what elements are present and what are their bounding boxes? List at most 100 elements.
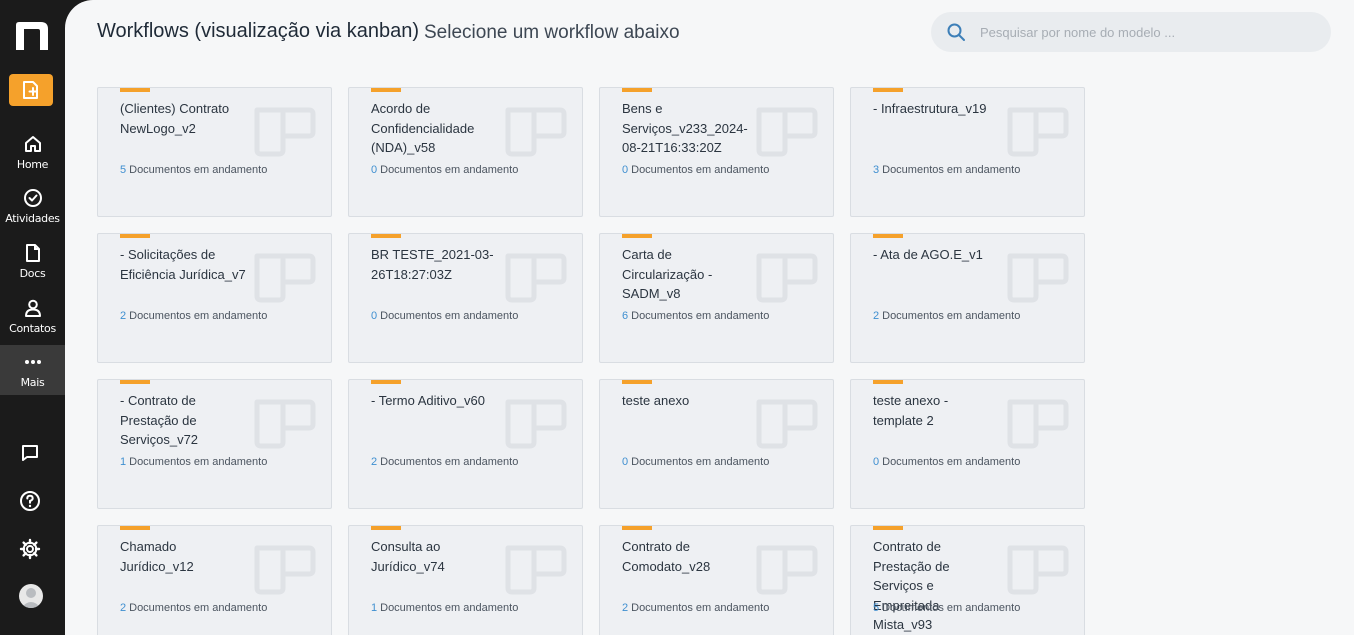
sidebar-item-label: Docs (19, 267, 46, 280)
workflow-title: Contrato de Comodato_v28 (622, 539, 711, 574)
workflow-watermark-icon (505, 545, 567, 595)
workflow-watermark-icon (756, 253, 818, 303)
settings-button[interactable] (0, 532, 60, 566)
workflow-watermark-icon (756, 107, 818, 157)
card-accent-bar (622, 234, 652, 238)
count-label: Documentos em andamento (882, 456, 1021, 468)
workflow-card[interactable]: Acordo de Confidencialidade (NDA)_v58 0D… (348, 87, 583, 217)
brand-logo[interactable] (13, 20, 51, 52)
user-icon (22, 297, 44, 319)
count-label: Documentos em andamento (380, 456, 519, 468)
card-accent-bar (371, 234, 401, 238)
workflow-title: Consulta ao Jurídico_v74 (371, 539, 445, 574)
workflow-count: 0 Documentos em andamento (371, 310, 518, 322)
sidebar-item-contatos[interactable]: Contatos (0, 291, 65, 341)
count-label: Documentos em andamento (882, 310, 1021, 322)
workflow-watermark-icon (254, 545, 316, 595)
workflow-watermark-icon (1007, 399, 1069, 449)
card-accent-bar (120, 88, 150, 92)
sidebar-item-label: Home (16, 158, 49, 171)
main-content: Workflows (visualização via kanban) Sele… (65, 0, 1354, 635)
count-label: Documentos em andamento (631, 602, 770, 614)
workflow-card[interactable]: teste anexo 0 Documentos em andamento (599, 379, 834, 509)
sidebar-item-atividades[interactable]: Atividades (0, 181, 65, 231)
workflow-watermark-icon (1007, 107, 1069, 157)
document-count: 3 (873, 164, 880, 176)
new-document-button[interactable] (9, 74, 53, 106)
workflow-grid: (Clientes) Contrato NewLogo_v2 5 Document… (97, 87, 1085, 635)
workflow-card[interactable]: - Infraestrutura_v19 3 Documentos em anda… (850, 87, 1085, 217)
search-input[interactable] (980, 24, 1300, 40)
document-count: 0 (622, 456, 629, 468)
workflow-card[interactable]: BR TESTE_2021-03-26T18:27:03Z 0 Documento… (348, 233, 583, 363)
count-label: Documentos em andamento (882, 602, 1021, 614)
workflow-watermark-icon (756, 545, 818, 595)
workflow-watermark-icon (505, 107, 567, 157)
workflow-count: 6 Documentos em andamento (622, 310, 769, 322)
workflow-watermark-icon (254, 253, 316, 303)
document-count: 0 (622, 164, 629, 176)
workflow-title: BR TESTE_2021-03-26T18:27:03Z (371, 247, 494, 282)
workflow-card[interactable]: Contrato de Comodato_v28 2 Documentos em … (599, 525, 834, 635)
document-count: 1 (120, 456, 127, 468)
workflow-count: 1 Documentos em andamento (371, 602, 518, 614)
help-button[interactable] (0, 484, 60, 518)
sidebar-item-home[interactable]: Home (0, 127, 65, 177)
workflow-card[interactable]: Bens e Serviços_v233_2024-08-21T16:33:20… (599, 87, 834, 217)
sidebar-item-label: Mais (20, 376, 45, 389)
workflow-card[interactable]: Contrato de Prestação de Serviços e Empr… (850, 525, 1085, 635)
workflow-title: Bens e Serviços_v233_2024-08-21T16:33:20… (622, 101, 748, 155)
workflow-card[interactable]: - Ata de AGO.E_v1 2 Documentos em andamen… (850, 233, 1085, 363)
card-accent-bar (371, 526, 401, 530)
sidebar-item-mais[interactable]: Mais (0, 345, 65, 395)
page-title: Workflows (visualização via kanban) (97, 20, 419, 42)
card-accent-bar (371, 88, 401, 92)
workflow-card[interactable]: teste anexo - template 2 0 Documentos em … (850, 379, 1085, 509)
workflow-watermark-icon (254, 399, 316, 449)
card-accent-bar (873, 88, 903, 92)
home-icon (22, 133, 44, 155)
workflow-count: 0 Documentos em andamento (873, 456, 1020, 468)
workflow-title: Chamado Jurídico_v12 (120, 539, 194, 574)
workflow-title: teste anexo (622, 393, 690, 408)
workflow-card[interactable]: - Termo Aditivo_v60 2 Documentos em andam… (348, 379, 583, 509)
document-count: 2 (120, 310, 127, 322)
document-count: 5 (120, 164, 127, 176)
workflow-count: 0 Documentos em andamento (371, 164, 518, 176)
count-label: Documentos em andamento (631, 310, 770, 322)
workflow-card[interactable]: Chamado Jurídico_v12 2 Documentos em anda… (97, 525, 332, 635)
chat-icon (22, 445, 38, 461)
workflow-title: - Termo Aditivo_v60 (371, 393, 485, 408)
card-accent-bar (120, 234, 150, 238)
document-count: 0 (371, 310, 378, 322)
workflow-count: 2 Documentos em andamento (622, 602, 769, 614)
workflow-card[interactable]: - Contrato de Prestação de Serviços_v72 … (97, 379, 332, 509)
sidebar-item-label: Atividades (5, 212, 60, 225)
workflow-card[interactable]: Carta de Circularização - SADM_v8 6 Docum… (599, 233, 834, 363)
workflow-count: 5 Documentos em andamento (120, 164, 267, 176)
workflow-title: Acordo de Confidencialidade (NDA)_v58 (371, 101, 475, 155)
sidebar-item-docs[interactable]: Docs (0, 236, 65, 286)
document-count: 6 (622, 310, 629, 322)
chat-button[interactable] (0, 436, 60, 470)
workflow-watermark-icon (756, 399, 818, 449)
count-label: Documentos em andamento (631, 456, 770, 468)
more-dots-icon (22, 351, 44, 373)
sidebar-item-label: Contatos (9, 322, 56, 335)
workflow-card[interactable]: Consulta ao Jurídico_v74 1 Documentos em … (348, 525, 583, 635)
avatar[interactable] (19, 584, 43, 608)
workflow-title: teste anexo - template 2 (873, 393, 949, 428)
document-count: 1 (371, 602, 378, 614)
workflow-watermark-icon (1007, 253, 1069, 303)
document-count: 5 (873, 602, 880, 614)
workflow-title: Carta de Circularização - SADM_v8 (622, 247, 713, 301)
card-accent-bar (622, 380, 652, 384)
check-circle-icon (22, 187, 44, 209)
search-icon[interactable] (946, 22, 966, 42)
workflow-title: - Solicitações de Eficiência Jurídica_v7 (120, 247, 246, 282)
count-label: Documentos em andamento (631, 164, 770, 176)
card-accent-bar (622, 88, 652, 92)
workflow-card[interactable]: (Clientes) Contrato NewLogo_v2 5 Document… (97, 87, 332, 217)
workflow-watermark-icon (505, 399, 567, 449)
workflow-card[interactable]: - Solicitações de Eficiência Jurídica_v7… (97, 233, 332, 363)
